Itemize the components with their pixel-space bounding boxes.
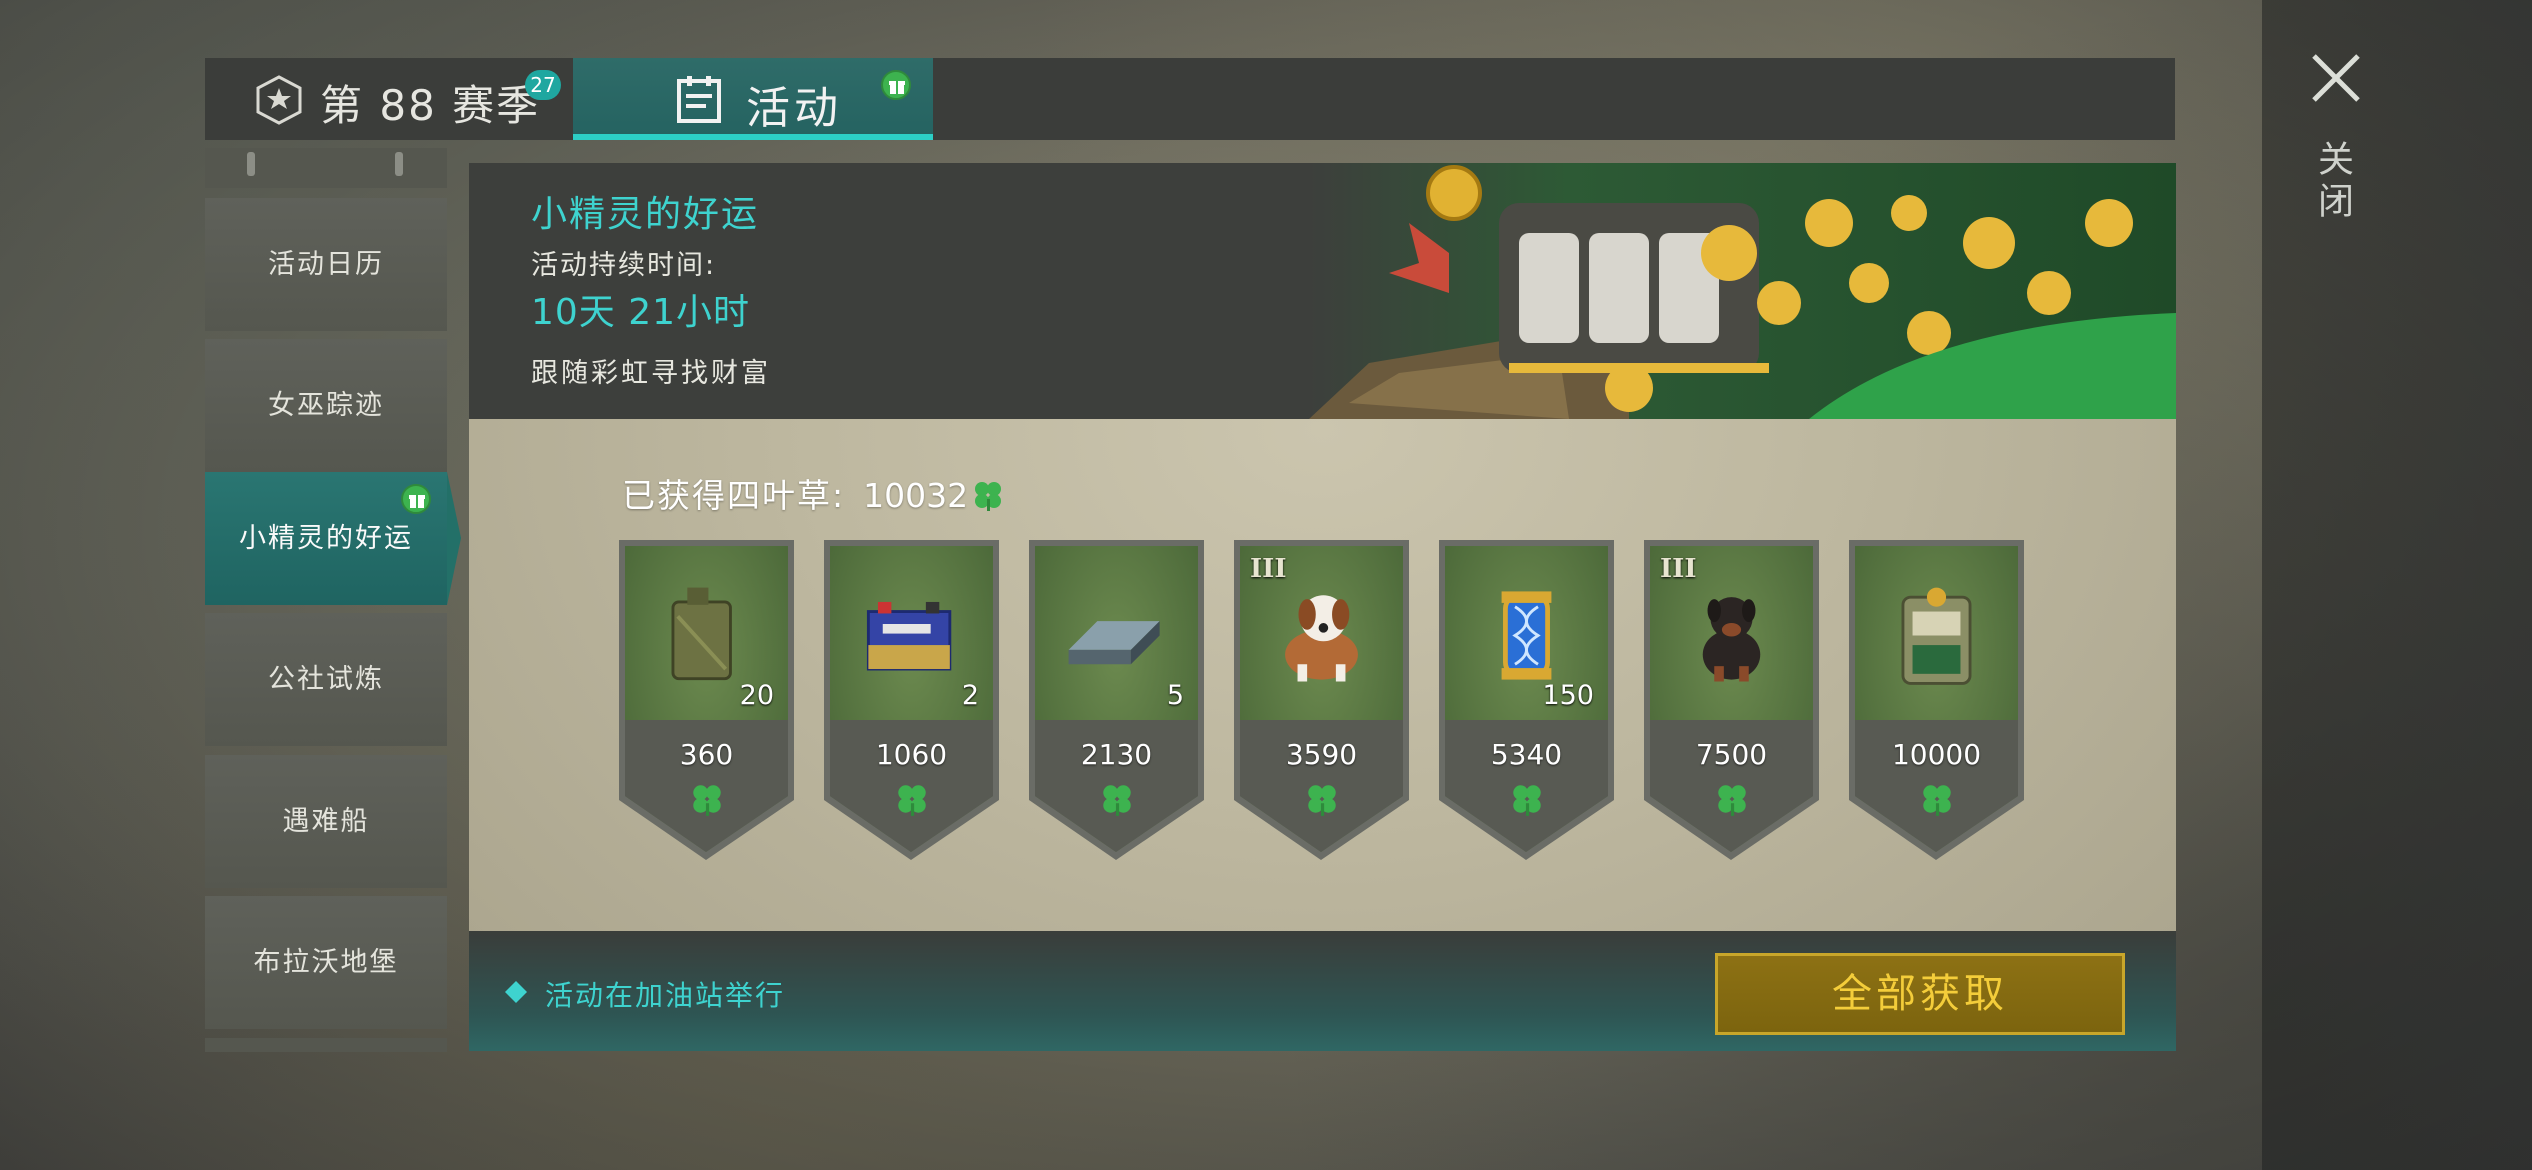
close-label[interactable]: 关闭 bbox=[2312, 140, 2358, 224]
steel-ingot-icon bbox=[1068, 621, 1160, 665]
clover-icon bbox=[898, 785, 926, 816]
reward-card[interactable]: 10000 bbox=[1849, 540, 2024, 860]
sidebar-item-bravo-bunker[interactable]: 布拉沃地堡 bbox=[205, 896, 447, 1029]
reward-card[interactable]: III 3590 bbox=[1234, 540, 1409, 860]
season-shield-icon bbox=[256, 75, 302, 125]
reward-card[interactable]: 20 360 bbox=[619, 540, 794, 860]
season-count-badge: 27 bbox=[525, 70, 561, 100]
reward-card[interactable]: 150 5340 bbox=[1439, 540, 1614, 860]
event-location-text: 活动在加油站举行 bbox=[545, 979, 786, 1012]
clover-icon bbox=[693, 785, 721, 816]
sidebar-item-shipwreck[interactable]: 遇难船 bbox=[205, 755, 447, 888]
gift-icon bbox=[401, 484, 431, 514]
gift-icon bbox=[881, 70, 911, 100]
reward-cost: 7500 bbox=[1695, 738, 1768, 771]
event-sidebar: 活动日历 女巫踪迹 小精灵的好运 公社试炼 遇难船 布拉沃地堡 bbox=[205, 148, 461, 1052]
top-tab-bar: 第 88 赛季 27 活动 bbox=[205, 58, 2175, 140]
sidebar-item-leprechaun-luck[interactable]: 小精灵的好运 bbox=[205, 472, 461, 605]
reward-quantity: 2 bbox=[961, 680, 979, 711]
diamond-bullet-icon bbox=[505, 981, 527, 1003]
slot-machine-icon bbox=[1901, 587, 1972, 685]
earned-label: 已获得四叶草: bbox=[622, 476, 846, 515]
claim-all-button[interactable]: 全部获取 bbox=[1715, 953, 2125, 1035]
calendar-list-icon bbox=[677, 76, 721, 123]
duration-label: 活动持续时间: bbox=[531, 250, 717, 281]
tab-season[interactable]: 第 88 赛季 27 bbox=[205, 58, 572, 140]
duration-value: 10天 21小时 bbox=[531, 292, 751, 333]
event-description: 跟随彩虹寻找财富 bbox=[531, 358, 771, 389]
reward-card[interactable]: 2 1060 bbox=[824, 540, 999, 860]
sidebar-item-label: 小精灵的好运 bbox=[239, 523, 413, 554]
sidebar-item-witch-trail[interactable]: 女巫踪迹 bbox=[205, 339, 447, 472]
saint-bernard-dog-icon bbox=[1285, 595, 1358, 682]
clover-icon bbox=[1308, 785, 1336, 816]
rottweiler-dog-icon bbox=[1702, 597, 1761, 682]
reward-cost: 2130 bbox=[1080, 738, 1153, 771]
sidebar-scroll-bottom bbox=[205, 1038, 447, 1052]
reward-cost: 3590 bbox=[1285, 738, 1358, 771]
close-icon[interactable] bbox=[2308, 50, 2364, 106]
event-banner: 小精灵的好运 活动持续时间: 10天 21小时 跟随彩虹寻找财富 bbox=[469, 163, 2176, 419]
reward-card[interactable]: III 7500 bbox=[1644, 540, 1819, 860]
tier-label: III bbox=[1660, 554, 1697, 584]
clover-icon bbox=[1103, 785, 1131, 816]
reward-cost: 1060 bbox=[875, 738, 948, 771]
clover-icon bbox=[1923, 785, 1951, 816]
event-panel: 小精灵的好运 活动持续时间: 10天 21小时 跟随彩虹寻找财富 已获得四叶草:… bbox=[469, 163, 2176, 1051]
right-edge-shade bbox=[2262, 0, 2532, 1170]
reward-card[interactable]: 5 2130 bbox=[1029, 540, 1204, 860]
event-footer: 活动在加油站举行 全部获取 bbox=[469, 931, 2176, 1051]
tier-label: III bbox=[1250, 554, 1287, 584]
slot-machine-truck-illustration bbox=[1309, 163, 2176, 419]
earned-value: 10032 bbox=[863, 476, 969, 515]
clover-icon bbox=[975, 482, 1002, 511]
event-title: 小精灵的好运 bbox=[531, 194, 760, 235]
reward-quantity: 20 bbox=[739, 680, 774, 711]
dna-capsule-icon bbox=[1501, 591, 1552, 680]
clover-icon bbox=[1513, 785, 1541, 816]
tab-activity[interactable]: 活动 bbox=[573, 58, 933, 140]
sidebar-scroll-top bbox=[205, 148, 447, 188]
reward-cost: 5340 bbox=[1490, 738, 1563, 771]
car-battery-icon bbox=[866, 601, 952, 671]
fuel-canister-icon bbox=[671, 587, 732, 681]
reward-quantity: 150 bbox=[1542, 680, 1594, 711]
reward-cost: 360 bbox=[679, 738, 734, 771]
sidebar-item-commune-trial[interactable]: 公社试炼 bbox=[205, 613, 447, 746]
clover-icon bbox=[1718, 785, 1746, 816]
season-label: 第 88 赛季 bbox=[320, 81, 541, 130]
reward-quantity: 5 bbox=[1166, 680, 1184, 711]
reward-cost: 10000 bbox=[1891, 738, 1982, 771]
sidebar-item-calendar[interactable]: 活动日历 bbox=[205, 198, 447, 331]
activity-tab-label: 活动 bbox=[746, 83, 842, 134]
clover-earned-counter: 已获得四叶草: 10032 bbox=[622, 469, 1006, 517]
